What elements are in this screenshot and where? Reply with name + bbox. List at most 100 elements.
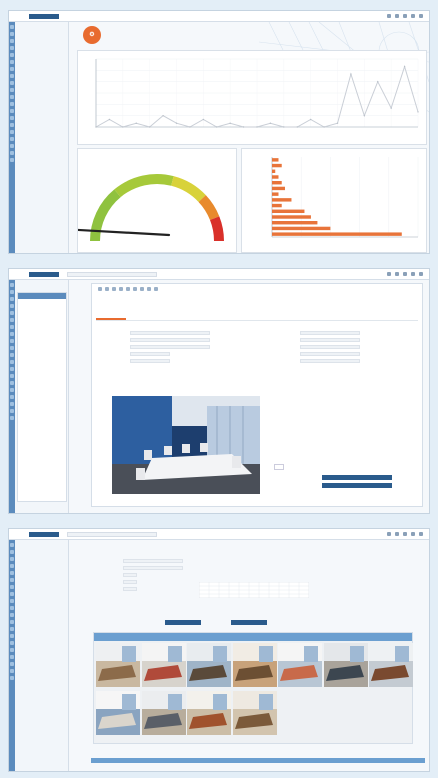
gallery-thumbnail[interactable] [96, 691, 140, 735]
help-icon[interactable] [10, 606, 14, 610]
power-icon[interactable] [419, 272, 423, 276]
print-icon[interactable] [105, 287, 109, 291]
link-icon[interactable] [10, 137, 14, 141]
gallery-thumbnail[interactable] [187, 643, 231, 687]
help-icon[interactable] [10, 88, 14, 92]
mail-icon[interactable] [10, 325, 14, 329]
clock-icon[interactable] [10, 669, 14, 673]
search-icon[interactable] [10, 353, 14, 357]
save-icon[interactable] [98, 287, 102, 291]
settings-icon[interactable] [10, 339, 14, 343]
print-icon[interactable] [10, 402, 14, 406]
folder-icon[interactable] [10, 557, 14, 561]
edit-icon[interactable] [112, 287, 116, 291]
tag-icon[interactable] [10, 620, 14, 624]
bell-icon[interactable] [395, 14, 399, 18]
refresh-icon[interactable] [147, 287, 151, 291]
address-bar[interactable] [67, 272, 157, 277]
home-icon[interactable] [387, 272, 391, 276]
print-icon[interactable] [10, 144, 14, 148]
brand-logo[interactable] [29, 14, 59, 19]
box-icon[interactable] [10, 388, 14, 392]
settings-icon[interactable] [411, 272, 415, 276]
file-icon[interactable] [10, 367, 14, 371]
field-input[interactable] [123, 587, 137, 591]
field-input[interactable] [130, 352, 170, 356]
field-input[interactable] [300, 359, 360, 363]
tag-icon[interactable] [10, 360, 14, 364]
search-icon[interactable] [10, 95, 14, 99]
close-icon[interactable] [154, 287, 158, 291]
secondary-action-button[interactable] [322, 483, 392, 488]
user-icon[interactable] [403, 272, 407, 276]
sidebar-item[interactable] [18, 618, 65, 624]
user-icon[interactable] [403, 532, 407, 536]
user-icon[interactable] [10, 60, 14, 64]
search-button[interactable] [165, 620, 201, 625]
brand-logo[interactable] [29, 532, 59, 537]
tree-item[interactable] [18, 449, 66, 455]
mail-icon[interactable] [10, 585, 14, 589]
home-icon[interactable] [10, 290, 14, 294]
field-input[interactable] [123, 580, 137, 584]
gallery-thumbnail[interactable] [232, 691, 277, 735]
clock-icon[interactable] [10, 151, 14, 155]
link-icon[interactable] [10, 395, 14, 399]
home-icon[interactable] [10, 32, 14, 36]
logout-icon[interactable] [10, 416, 14, 420]
sidebar-item[interactable] [18, 100, 65, 106]
field-input[interactable] [130, 338, 210, 342]
reset-button[interactable] [231, 620, 267, 625]
home-icon[interactable] [387, 14, 391, 18]
gallery-thumbnail[interactable] [369, 643, 413, 687]
lock-icon[interactable] [10, 634, 14, 638]
calendar-icon[interactable] [10, 304, 14, 308]
room-photo[interactable] [112, 396, 260, 494]
address-bar[interactable] [67, 532, 157, 537]
star-icon[interactable] [10, 381, 14, 385]
power-icon[interactable] [419, 532, 423, 536]
chart-icon[interactable] [10, 53, 14, 57]
lock-icon[interactable] [10, 116, 14, 120]
delete-icon[interactable] [126, 287, 130, 291]
field-input[interactable] [130, 345, 210, 349]
field-input[interactable] [123, 566, 183, 570]
list-icon[interactable] [10, 74, 14, 78]
field-input[interactable] [123, 559, 183, 563]
print-icon[interactable] [10, 662, 14, 666]
user-icon[interactable] [10, 318, 14, 322]
file-icon[interactable] [10, 627, 14, 631]
clock-icon[interactable] [10, 409, 14, 413]
chart-icon[interactable] [10, 571, 14, 575]
bell-icon[interactable] [395, 532, 399, 536]
folder-icon[interactable] [10, 39, 14, 43]
logout-icon[interactable] [10, 676, 14, 680]
mail-icon[interactable] [140, 287, 144, 291]
lock-icon[interactable] [10, 374, 14, 378]
tab-general[interactable] [96, 313, 126, 320]
field-input[interactable] [300, 345, 360, 349]
list-icon[interactable] [10, 592, 14, 596]
mail-icon[interactable] [10, 67, 14, 71]
attach-icon[interactable] [133, 287, 137, 291]
search-icon[interactable] [10, 613, 14, 617]
field-input[interactable] [300, 331, 360, 335]
field-input[interactable] [130, 331, 210, 335]
home-icon[interactable] [387, 532, 391, 536]
menu-icon[interactable] [10, 25, 14, 29]
star-icon[interactable] [10, 123, 14, 127]
user-icon[interactable] [10, 578, 14, 582]
schedule-grid[interactable] [199, 582, 309, 598]
list-icon[interactable] [10, 332, 14, 336]
calendar-icon[interactable] [10, 564, 14, 568]
brand-logo[interactable] [29, 272, 59, 277]
field-input[interactable] [123, 573, 137, 577]
copy-icon[interactable] [119, 287, 123, 291]
home-icon[interactable] [10, 550, 14, 554]
chart-icon[interactable] [10, 311, 14, 315]
gallery-thumbnail[interactable] [141, 691, 186, 735]
menu-icon[interactable] [10, 543, 14, 547]
gallery-thumbnail[interactable] [323, 643, 368, 687]
field-input[interactable] [300, 338, 360, 342]
gallery-thumbnail[interactable] [232, 643, 277, 687]
